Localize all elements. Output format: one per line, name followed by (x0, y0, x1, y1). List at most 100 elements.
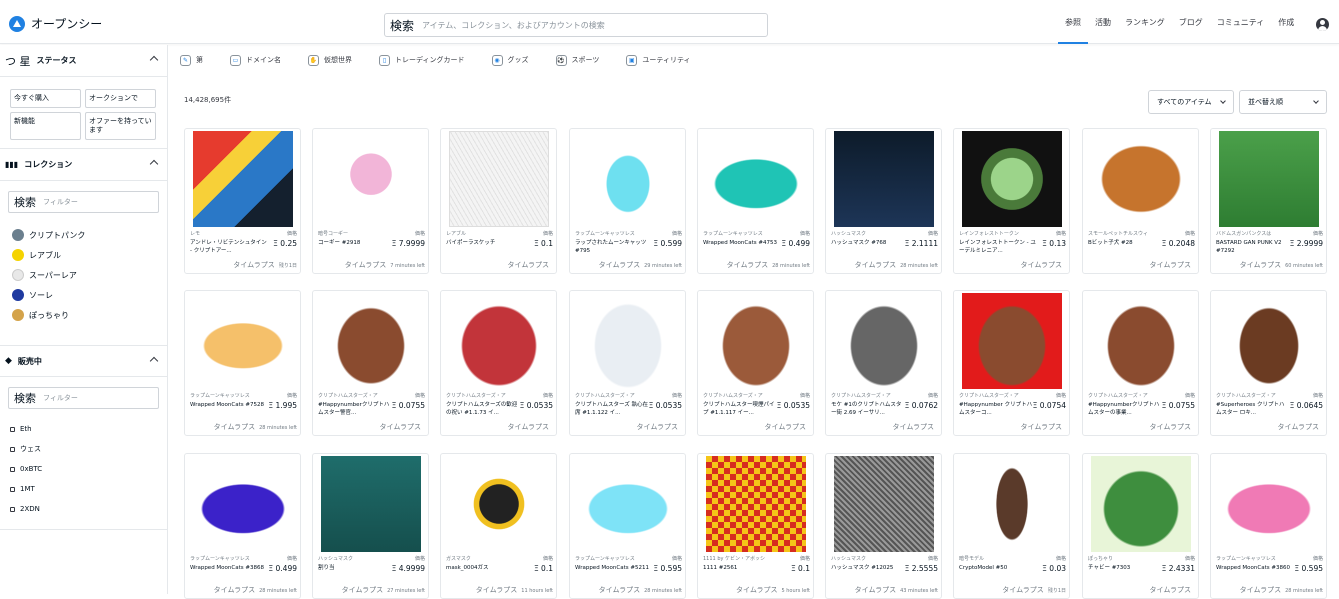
asset-thumbnail[interactable] (699, 130, 812, 228)
asset-card[interactable]: 暗号モデル 価格 CryptoModel #50 Ξ 0.03 タイムラプス 残り1日 (953, 453, 1070, 599)
asset-thumbnail[interactable] (314, 130, 427, 228)
collection-item-superrare[interactable]: スーパーレア (12, 265, 155, 285)
chevron-up-icon[interactable] (149, 160, 159, 169)
asset-thumbnail[interactable] (571, 130, 684, 228)
currency-item-weth[interactable]: ウェス (10, 439, 157, 459)
status-auction-button[interactable]: オークションで (85, 89, 156, 109)
asset-thumbnail[interactable] (827, 455, 940, 553)
status-has-offers-button[interactable]: オファーを持っています (85, 112, 156, 141)
asset-thumbnail[interactable] (699, 292, 812, 390)
filter-items-dropdown[interactable]: すべてのアイテム (1148, 90, 1234, 114)
asset-card[interactable]: ラップムーンキャッツレス 価格 Wrapped MoonCats #5211 Ξ 0.… (569, 453, 686, 599)
asset-thumbnail[interactable] (1212, 292, 1325, 390)
collection-item-chubbies[interactable]: ぽっちゃり (12, 305, 155, 325)
collection-item-rarible[interactable]: レアブル (12, 245, 155, 265)
nav-browse[interactable]: 参照 (1058, 0, 1088, 44)
asset-card[interactable]: クリプトハムスターズ・ア 価格 クリプトハムスターズの歓迎の祝い #1.1.73 イ… (440, 290, 557, 436)
collection-item-sorare[interactable]: ソーレ (12, 285, 155, 305)
category-art[interactable]: ✎ 第 (180, 54, 203, 66)
chevron-up-icon[interactable] (149, 357, 159, 366)
asset-card[interactable]: バドムスガンパンクスは 価格 BASTARD GAN PUNK V2 #7292 Ξ … (1210, 128, 1327, 274)
asset-card[interactable]: レアブル 価格 バイポーラスケッチ Ξ 0.1 タイムラプス (440, 128, 557, 274)
currency-item-1mt[interactable]: 1MT (10, 479, 157, 499)
asset-thumbnail[interactable] (314, 292, 427, 390)
asset-thumbnail[interactable] (314, 455, 427, 553)
asset-card[interactable]: ハッシュマスク 価格 ハッシュマスク #768 Ξ 2.1111 タイムラプス 28 mi… (825, 128, 942, 274)
category-virtual-worlds[interactable]: ✋ 仮想世界 (308, 54, 352, 66)
asset-card[interactable]: ハッシュマスク 価格 ハッシュマスク #12025 Ξ 2.5555 タイムラプス 43 … (825, 453, 942, 599)
currency-item-eth[interactable]: Eth (10, 419, 157, 439)
asset-thumbnail[interactable] (699, 455, 812, 553)
asset-card[interactable]: クリプトハムスターズ・ア 価格 クリプトハムスターズ 執心在席 #1.1.122 イ… (569, 290, 686, 436)
asset-thumbnail[interactable] (571, 455, 684, 553)
currency-filter-input[interactable]: 検索 フィルター (8, 387, 159, 410)
asset-card[interactable]: ラップムーンキャッツレス 価格 Wrapped MoonCats #3868 Ξ 0.… (184, 453, 301, 599)
checkbox[interactable] (10, 486, 15, 492)
collection-filter-input[interactable]: 検索 フィルター (8, 191, 159, 214)
nav-create[interactable]: 作成 (1271, 0, 1301, 44)
category-goods[interactable]: ◉ グッズ (491, 54, 529, 66)
status-section-header[interactable]: つ 星 ステータス (0, 45, 167, 77)
user-circle-icon[interactable] (1316, 18, 1329, 31)
category-trading-cards[interactable]: ▯ トレーディングカード (379, 54, 465, 66)
collections-section-header[interactable]: ▮▮▮ コレクション (0, 149, 167, 182)
global-search-input[interactable]: 検索 アイテム、コレクション、およびアカウントの検索 (384, 13, 768, 37)
asset-card[interactable]: クリプトハムスターズ・ア 価格 #Happynumber クリプトハムスターコ...… (953, 290, 1070, 436)
asset-card[interactable]: ラップムーンキャッツレス 価格 Wrapped MoonCats #7528 Ξ 1.… (184, 290, 301, 436)
asset-thumbnail[interactable] (442, 455, 555, 553)
collection-item-cryptopunks[interactable]: クリプトパンク (12, 225, 155, 245)
asset-card[interactable]: ぽっちゃり 価格 チャビー #7303 Ξ 2.4331 タイムラプス (1082, 453, 1199, 599)
asset-thumbnail[interactable] (1084, 292, 1197, 390)
asset-thumbnail[interactable] (186, 130, 299, 228)
asset-card[interactable]: クリプトハムスターズ・ア 価格 #Happynumberクリプトハムスターの事業..… (1082, 290, 1199, 436)
asset-card[interactable]: ガスマスク 価格 mask_0004ガス Ξ 0.1 タイムラプス 11 hours le… (440, 453, 557, 599)
asset-card[interactable]: 暗号コーギー 価格 コーギー #2918 Ξ 7.9999 タイムラプス 7 minute… (312, 128, 429, 274)
status-new-button[interactable]: 新機能 (10, 112, 81, 141)
asset-thumbnail[interactable] (571, 292, 684, 390)
checkbox[interactable] (10, 466, 15, 472)
asset-card[interactable]: スモールペットチルスウィ 価格 Bビット子犬 #28 Ξ 0.2048 タイムラプス (1082, 128, 1199, 274)
asset-card[interactable]: クリプトハムスターズ・ア 価格 #Superheroes クリプトハムスター ロキ.… (1210, 290, 1327, 436)
on-sale-section-header[interactable]: ◆ 販売中 (0, 345, 167, 378)
asset-card[interactable]: クリプトハムスターズ・ア 価格 モケ #1のクリプトハムスター街 2.69 イーサリ… (825, 290, 942, 436)
asset-card[interactable]: クリプトハムスターズ・ア 価格 クリプトハムスター喫煙パイプ #1.1.117 イー… (697, 290, 814, 436)
asset-thumbnail[interactable] (442, 292, 555, 390)
nav-community[interactable]: コミュニティ (1210, 0, 1272, 44)
asset-thumbnail[interactable] (955, 292, 1068, 390)
checkbox[interactable] (10, 506, 15, 512)
asset-card[interactable]: ラップムーンキャッツレス 価格 Wrapped MoonCats #4753 Ξ 0.… (697, 128, 814, 274)
checkbox[interactable] (10, 426, 15, 432)
nav-blog[interactable]: ブログ (1172, 0, 1210, 44)
nav-rankings[interactable]: ランキング (1118, 0, 1172, 44)
checkbox[interactable] (10, 446, 15, 452)
asset-thumbnail[interactable] (186, 455, 299, 553)
asset-thumbnail[interactable] (1084, 130, 1197, 228)
asset-card[interactable]: ラップムーンキャッツレス 価格 Wrapped MoonCats #3860 Ξ 0.… (1210, 453, 1327, 599)
sort-dropdown[interactable]: 並べ替え順 (1239, 90, 1327, 114)
logo[interactable]: オープンシー (9, 15, 102, 32)
asset-thumbnail[interactable] (955, 130, 1068, 228)
asset-card[interactable]: ハッシュマスク 価格 割り当 Ξ 4.9999 タイムラプス 27 minutes lef… (312, 453, 429, 599)
asset-thumbnail[interactable] (827, 130, 940, 228)
asset-thumbnail[interactable] (186, 292, 299, 390)
asset-thumbnail[interactable] (1212, 455, 1325, 553)
asset-card[interactable]: レモ 価格 アンドレ・リビテンシュタイン - クリプトアー... Ξ 0.25 タイムラ… (184, 128, 301, 274)
currency-item-2xdn[interactable]: 2XDN (10, 499, 157, 519)
nav-activity[interactable]: 活動 (1088, 0, 1118, 44)
asset-thumbnail[interactable] (1084, 455, 1197, 553)
currency-item-0xbtc[interactable]: 0xBTC (10, 459, 157, 479)
asset-thumbnail[interactable] (442, 130, 555, 228)
asset-thumbnail[interactable] (1212, 130, 1325, 228)
asset-card[interactable]: クリプトハムスターズ・ア 価格 #Happynumberクリプトハムスター警官...… (312, 290, 429, 436)
asset-card[interactable]: ラップムーンキャッツレス 価格 ラップされたムーンキャッツ #795 Ξ 0.599 タ… (569, 128, 686, 274)
asset-thumbnail[interactable] (955, 455, 1068, 553)
asset-name-row: Wrapped MoonCats #3860 Ξ 0.595 (1216, 564, 1323, 573)
asset-card[interactable]: 1111 by ケビン・アボッシ 価格 1111 #2561 Ξ 0.1 タイムラプス 5… (697, 453, 814, 599)
category-utility[interactable]: ▣ ユーティリティ (626, 54, 691, 66)
asset-card[interactable]: レインフォレストトークン 価格 レインフォレストトークン - ユーデルミレニア...… (953, 128, 1070, 274)
category-sports[interactable]: ⚽ スポーツ (555, 54, 599, 66)
category-domain[interactable]: ▭ ドメイン名 (230, 54, 281, 66)
asset-thumbnail[interactable] (827, 292, 940, 390)
status-buy-now-button[interactable]: 今すぐ購入 (10, 89, 81, 109)
chevron-up-icon[interactable] (149, 55, 159, 65)
